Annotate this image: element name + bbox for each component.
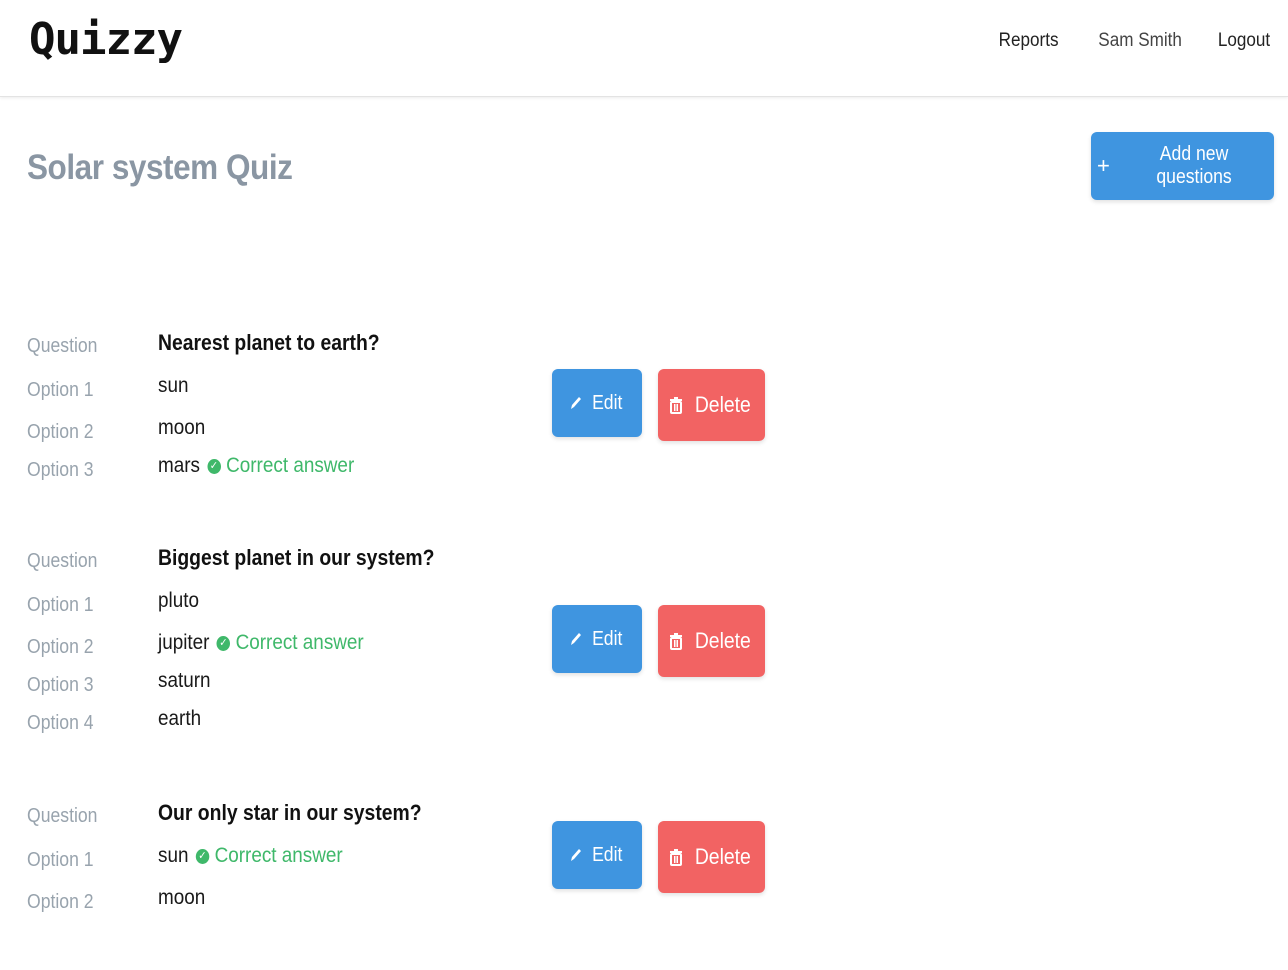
option-value: sun ✓ Correct answer — [158, 844, 343, 868]
question-text: Biggest planet in our system? — [158, 545, 435, 570]
check-circle-icon: ✓ — [195, 848, 210, 864]
option-value: moon — [158, 416, 205, 440]
option-label: Option 2 — [27, 636, 94, 658]
option-row: Option 3 saturn — [0, 669, 600, 699]
option-label: Option 3 — [27, 459, 94, 481]
option-label: Option 1 — [27, 379, 94, 401]
delete-button-label: Delete — [694, 844, 751, 869]
delete-button-label: Delete — [694, 628, 751, 653]
option-value: saturn — [158, 669, 211, 693]
pencil-icon — [569, 395, 582, 411]
edit-button-label: Edit — [592, 843, 623, 866]
trash-icon — [669, 632, 683, 650]
option-row: Option 2 moon — [0, 886, 600, 916]
option-label: Option 1 — [27, 849, 94, 871]
option-row: Option 3 mars ✓ Correct answer — [0, 454, 600, 484]
option-row: Option 2 moon — [0, 416, 600, 446]
trash-icon — [669, 396, 683, 414]
trash-icon — [669, 848, 683, 866]
option-value: pluto — [158, 589, 199, 613]
edit-button-label: Edit — [592, 391, 623, 414]
option-text: earth — [158, 707, 202, 730]
option-row: Option 2 jupiter ✓ Correct answer — [0, 631, 600, 661]
option-text: pluto — [158, 589, 199, 612]
question-row: Question Nearest planet to earth? — [0, 330, 600, 360]
page-title: Solar system Quiz — [27, 148, 293, 187]
add-button-label: Add new questions — [1156, 143, 1232, 188]
option-text: sun — [158, 844, 189, 867]
option-row: Option 1 sun — [0, 374, 600, 404]
option-text: moon — [158, 886, 206, 909]
delete-button-label: Delete — [694, 392, 751, 417]
question-label: Question — [27, 550, 98, 572]
question-row: Question Biggest planet in our system? — [0, 545, 600, 575]
pencil-icon — [569, 847, 582, 863]
check-circle-icon: ✓ — [216, 635, 231, 651]
correct-answer-badge: Correct answer — [214, 844, 343, 867]
option-text: moon — [158, 416, 206, 439]
delete-question-button[interactable]: Delete — [658, 369, 765, 441]
option-value: sun — [158, 374, 188, 398]
option-label: Option 4 — [27, 712, 94, 734]
nav-user-link[interactable]: Sam Smith — [1098, 30, 1182, 52]
edit-button-label: Edit — [592, 627, 623, 650]
option-value: earth — [158, 707, 201, 731]
brand-logo[interactable]: Quizzy — [29, 14, 183, 65]
nav-logout-link[interactable]: Logout — [1218, 30, 1270, 52]
nav-reports-link[interactable]: Reports — [999, 30, 1059, 52]
option-text: mars — [158, 454, 201, 477]
question-text: Nearest planet to earth? — [158, 330, 380, 355]
option-text: jupiter — [158, 631, 210, 654]
plus-icon: + — [1097, 153, 1110, 178]
correct-answer-badge: Correct answer — [226, 454, 355, 477]
option-label: Option 3 — [27, 674, 94, 696]
option-text: sun — [158, 374, 189, 397]
delete-question-button[interactable]: Delete — [658, 821, 765, 893]
option-row: Option 4 earth — [0, 707, 600, 737]
delete-question-button[interactable]: Delete — [658, 605, 765, 677]
top-navbar: Quizzy Reports Sam Smith Logout — [0, 0, 1288, 97]
option-value: moon — [158, 886, 205, 910]
edit-question-button[interactable]: Edit — [552, 605, 642, 673]
option-value: jupiter ✓ Correct answer — [158, 631, 364, 655]
correct-answer-badge: Correct answer — [235, 631, 364, 654]
option-label: Option 1 — [27, 594, 94, 616]
edit-question-button[interactable]: Edit — [552, 369, 642, 437]
option-value: mars ✓ Correct answer — [158, 454, 354, 478]
option-label: Option 2 — [27, 891, 94, 913]
question-row: Question Our only star in our system? — [0, 800, 600, 830]
nav-links: Reports Sam Smith Logout — [992, 30, 1270, 52]
option-text: saturn — [158, 669, 211, 692]
edit-question-button[interactable]: Edit — [552, 821, 642, 889]
option-label: Option 2 — [27, 421, 94, 443]
check-circle-icon: ✓ — [207, 458, 221, 474]
question-label: Question — [27, 335, 98, 357]
question-text: Our only star in our system? — [158, 800, 422, 825]
add-new-questions-button[interactable]: + Add new questions — [1091, 132, 1274, 200]
option-row: Option 1 pluto — [0, 589, 600, 619]
question-label: Question — [27, 805, 98, 827]
pencil-icon — [569, 631, 582, 647]
option-row: Option 1 sun ✓ Correct answer — [0, 844, 600, 874]
